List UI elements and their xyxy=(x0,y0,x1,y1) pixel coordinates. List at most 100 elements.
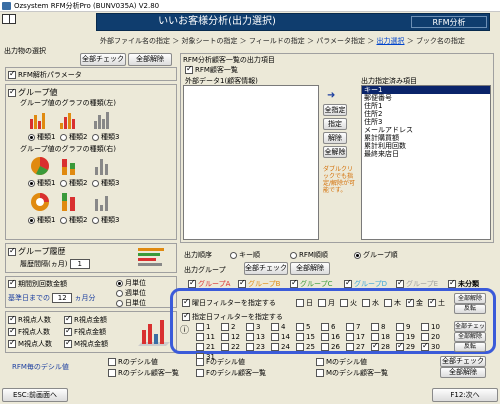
day-checkbox[interactable]: 1 xyxy=(196,323,210,331)
f-persons-checkbox[interactable]: F視点人数 xyxy=(8,326,50,337)
day-checkbox[interactable]: 27 xyxy=(346,343,365,351)
breadcrumb-step[interactable]: フィールドの指定 xyxy=(249,37,305,45)
output-items-list[interactable]: キー1 郵便番号 住所1 住所2 住所3 メールアドレス 累計購買額 累計利用回… xyxy=(361,85,491,240)
list-item[interactable]: 累計購買額 xyxy=(362,134,490,142)
day-checkbox[interactable]: 14 xyxy=(271,333,290,341)
day-checkbox[interactable]: 8 xyxy=(371,323,385,331)
day-checkbox[interactable]: 20 xyxy=(421,333,440,341)
day-checkbox[interactable]: 12 xyxy=(221,333,240,341)
m-decimal-list-checkbox[interactable]: Mのデシル顧客一覧 xyxy=(316,368,388,378)
weekday-uncheck-all-button[interactable]: 全部解除 xyxy=(454,293,486,304)
day-checkbox[interactable]: 25 xyxy=(296,343,315,351)
day-checkbox[interactable]: 16 xyxy=(321,333,340,341)
day-checkbox[interactable]: 6 xyxy=(321,323,335,331)
day-unit-radio[interactable]: 日単位 xyxy=(116,298,146,308)
rfm-param-checkbox[interactable]: RFM解析パラメータ xyxy=(8,69,82,80)
day-checkbox[interactable]: 10 xyxy=(421,323,440,331)
f-amount-checkbox[interactable]: F視点金額 xyxy=(64,326,106,337)
deselect-button[interactable]: 解除 xyxy=(323,132,347,144)
day-checkbox[interactable]: 17 xyxy=(346,333,365,341)
group-check-all-button[interactable]: 全部チェック xyxy=(244,262,288,275)
group-value-checkbox[interactable]: グループ値 xyxy=(8,87,58,98)
day-checkbox[interactable]: 15 xyxy=(296,333,315,341)
available-fields-list[interactable] xyxy=(183,85,319,240)
list-item[interactable]: キー1 xyxy=(362,86,490,94)
weekday-thu-checkbox[interactable]: 木 xyxy=(384,298,401,308)
order-rfm-radio[interactable]: RFM順順 xyxy=(290,250,328,260)
day-checkbox[interactable]: 19 xyxy=(396,333,415,341)
day-checkbox[interactable]: 5 xyxy=(296,323,310,331)
day-checkbox[interactable]: 29 xyxy=(396,341,415,351)
m-amount-checkbox[interactable]: M視点金額 xyxy=(64,338,108,349)
decimal-uncheck-all-button[interactable]: 全部解除 xyxy=(440,367,486,378)
weekday-fri-checkbox[interactable]: 金 xyxy=(406,297,423,308)
weekday-sun-checkbox[interactable]: 日 xyxy=(296,298,313,308)
back-button[interactable]: ESC:前画面へ xyxy=(2,388,68,402)
book-icon[interactable] xyxy=(2,14,16,24)
r-decimal-list-checkbox[interactable]: Rのデシル顧客一覧 xyxy=(108,368,179,378)
weekday-wed-checkbox[interactable]: 水 xyxy=(362,298,379,308)
breadcrumb-step[interactable]: 外部ファイル名の指定 xyxy=(100,37,170,45)
day-checkbox[interactable]: 4 xyxy=(271,323,285,331)
right-kind2-radio[interactable]: 種類2 xyxy=(60,178,87,188)
group-uncheck-all-button[interactable]: 全部解除 xyxy=(290,262,330,275)
day-checkbox[interactable]: 2 xyxy=(221,323,235,331)
date-filter-checkbox[interactable]: 指定日フィルターを指定する xyxy=(182,311,283,322)
r-amount-checkbox[interactable]: R視点金額 xyxy=(64,314,107,325)
day-checkbox[interactable]: 3 xyxy=(246,323,260,331)
m-persons-checkbox[interactable]: M視点人数 xyxy=(8,338,52,349)
base-months-select[interactable]: 12 xyxy=(52,293,73,303)
group-history-checkbox[interactable]: グループ履歴 xyxy=(8,246,66,257)
weekday-filter-checkbox[interactable]: 曜日フィルターを指定する xyxy=(182,297,276,308)
select-all-button[interactable]: 全指定 xyxy=(323,104,347,116)
breadcrumb-step-current[interactable]: 出力選択 xyxy=(376,37,404,45)
right-kind3-radio[interactable]: 種類3 xyxy=(92,178,119,188)
order-key-radio[interactable]: キー順 xyxy=(230,250,260,260)
deselect-all-button[interactable]: 全解除 xyxy=(323,146,347,158)
list-item[interactable]: 累計利用回数 xyxy=(362,142,490,150)
day-checkbox[interactable]: 22 xyxy=(221,343,240,351)
list-item[interactable]: メールアドレス xyxy=(362,126,490,134)
date-uncheck-all-button[interactable]: 全部解除 xyxy=(454,332,486,342)
r-decimal-checkbox[interactable]: Rのデシル値 xyxy=(108,357,158,367)
f-decimal-checkbox[interactable]: Fのデシル値 xyxy=(196,357,245,367)
f-decimal-list-checkbox[interactable]: Fのデシル顧客一覧 xyxy=(196,368,266,378)
order-group-radio[interactable]: グループ順 xyxy=(354,250,398,260)
decimal-check-all-button[interactable]: 全部チェック xyxy=(440,356,486,367)
m-decimal-checkbox[interactable]: Mのデシル値 xyxy=(316,357,367,367)
left-uncheck-all-button[interactable]: 全部解除 xyxy=(128,53,172,66)
right-kind1-radio[interactable]: 種類1 xyxy=(28,178,55,188)
day-checkbox[interactable]: 7 xyxy=(346,323,360,331)
day-checkbox[interactable]: 18 xyxy=(371,333,390,341)
list-item[interactable]: 住所3 xyxy=(362,118,490,126)
date-check-all-button[interactable]: 全部チェック xyxy=(454,321,486,339)
list-item[interactable]: 郵便番号 xyxy=(362,94,490,102)
day-checkbox[interactable]: 13 xyxy=(246,333,265,341)
history-period-select[interactable]: 1 xyxy=(69,259,90,269)
right-kind1-radio-b[interactable]: 種類1 xyxy=(28,215,55,225)
breadcrumb-step[interactable]: パラメータ指定 xyxy=(316,37,365,45)
left-kind3-radio[interactable]: 種類3 xyxy=(92,132,119,142)
day-checkbox[interactable]: 23 xyxy=(246,343,265,351)
customer-list-checkbox[interactable]: RFM顧客一覧 xyxy=(185,64,238,75)
period-count-checkbox[interactable]: 期間別回数金額 xyxy=(8,278,67,289)
left-kind2-radio[interactable]: 種類2 xyxy=(60,132,87,142)
left-check-all-button[interactable]: 全部チェック xyxy=(80,53,126,66)
weekday-invert-button[interactable]: 反転 xyxy=(454,304,486,314)
list-item[interactable]: 最終来店日 xyxy=(362,150,490,158)
day-checkbox[interactable]: 21 xyxy=(196,343,215,351)
list-item[interactable]: 住所1 xyxy=(362,102,490,110)
day-checkbox[interactable]: 11 xyxy=(196,333,215,341)
week-unit-radio[interactable]: 週単位 xyxy=(116,288,146,298)
select-button[interactable]: 指定 xyxy=(323,118,347,130)
left-kind1-radio[interactable]: 種類1 xyxy=(28,132,55,142)
day-checkbox[interactable]: 24 xyxy=(271,343,290,351)
date-invert-button[interactable]: 反転 xyxy=(454,342,486,352)
day-checkbox[interactable]: 9 xyxy=(396,323,410,331)
right-kind3-radio-b[interactable]: 種類3 xyxy=(92,215,119,225)
day-checkbox[interactable]: 28 xyxy=(371,341,390,351)
right-kind2-radio-b[interactable]: 種類2 xyxy=(60,215,87,225)
r-persons-checkbox[interactable]: R視点人数 xyxy=(8,314,51,325)
day-checkbox[interactable]: 26 xyxy=(321,343,340,351)
weekday-mon-checkbox[interactable]: 月 xyxy=(318,298,335,308)
